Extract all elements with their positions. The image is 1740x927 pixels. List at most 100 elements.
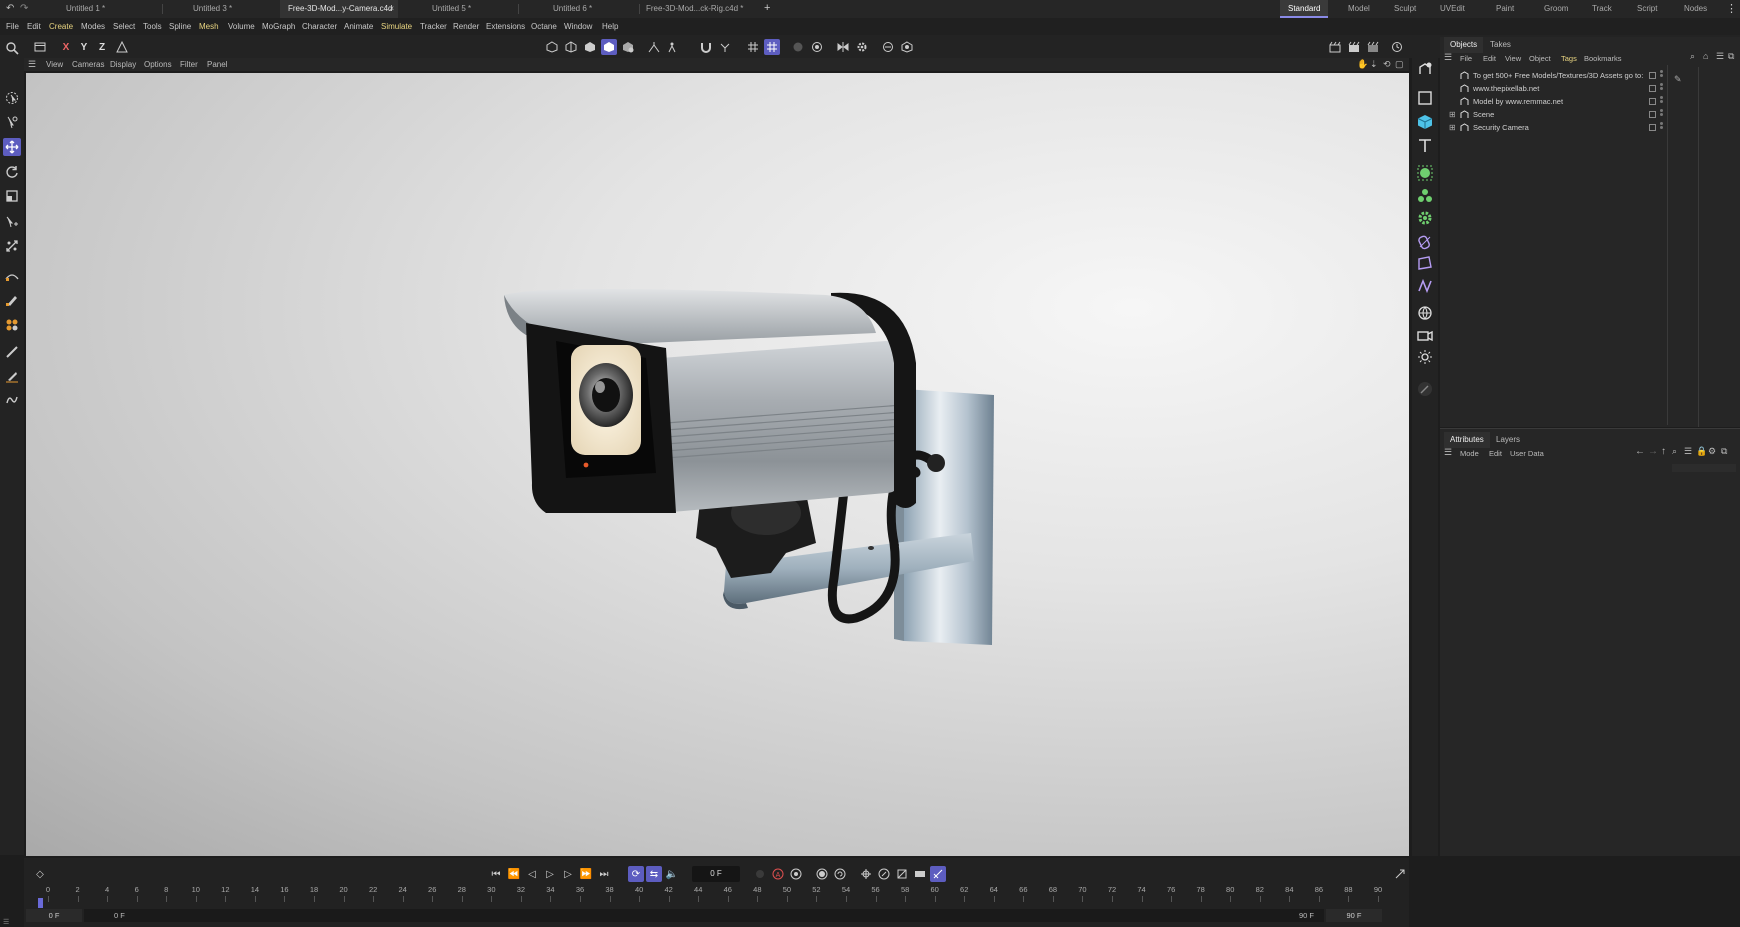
new-window-icon[interactable]: ⧉ — [1721, 446, 1727, 457]
record-position-icon[interactable] — [814, 866, 830, 882]
expand-icon[interactable]: ⊞ — [1449, 108, 1456, 121]
model-mode-icon[interactable] — [601, 39, 617, 55]
menu-volume[interactable]: Volume — [228, 18, 255, 35]
motion-clip-icon[interactable] — [912, 866, 928, 882]
octane-live-viewer-icon[interactable] — [1389, 39, 1405, 55]
layout-uvedit[interactable]: UVEdit — [1432, 0, 1473, 18]
record-scale-icon[interactable] — [858, 866, 874, 882]
object-visibility-checkbox[interactable] — [1649, 124, 1656, 131]
deformer-ffd-icon[interactable] — [1416, 254, 1434, 272]
filter-icon[interactable]: ☰ — [1716, 51, 1724, 62]
playback-rate-icon[interactable]: ⇆ — [646, 866, 662, 882]
record-active-icon[interactable] — [752, 866, 768, 882]
add-object-icon[interactable] — [1416, 60, 1434, 78]
object-visibility-checkbox[interactable] — [1649, 111, 1656, 118]
soft-selection-icon[interactable] — [717, 39, 733, 55]
object-visibility-checkbox[interactable] — [1649, 98, 1656, 105]
symmetry-icon[interactable] — [835, 39, 851, 55]
attributes-menu-mode[interactable]: Mode — [1460, 449, 1479, 458]
autokey-icon[interactable]: A — [770, 866, 786, 882]
tab-objects[interactable]: Objects — [1444, 37, 1484, 53]
loop-icon[interactable]: ⟳ — [628, 866, 644, 882]
edges-mode-icon[interactable] — [563, 39, 579, 55]
layout-script[interactable]: Script — [1629, 0, 1665, 18]
light-object-icon[interactable] — [1416, 348, 1434, 366]
doc-tab-untitled-1[interactable]: Untitled 1 * — [58, 0, 163, 18]
search-icon[interactable]: ⌕ — [1690, 51, 1695, 62]
previous-key-icon[interactable]: ⏪ — [506, 866, 522, 882]
status-menu-icon[interactable]: ☰ — [3, 918, 9, 926]
forward-arrow-icon[interactable]: → — [1648, 446, 1658, 457]
go-to-start-icon[interactable]: ⏮ — [488, 866, 504, 882]
objects-menu-edit[interactable]: Edit — [1483, 54, 1496, 63]
tweak-tool-icon[interactable] — [3, 391, 21, 409]
snap-grid-icon[interactable] — [745, 39, 761, 55]
hamburger-menu-icon[interactable]: ☰ — [28, 59, 36, 70]
placement-tool-icon[interactable] — [3, 237, 21, 255]
layout-paint[interactable]: Paint — [1488, 0, 1522, 18]
scale-tool-icon[interactable] — [3, 187, 21, 205]
coordinate-system-icon[interactable] — [114, 39, 130, 55]
end-frame-field[interactable]: 90 F — [1326, 909, 1382, 922]
layout-sculpt[interactable]: Sculpt — [1386, 0, 1424, 18]
pan-hand-icon[interactable]: ✋ — [1357, 59, 1368, 70]
deformer-bend-icon[interactable] — [1416, 233, 1434, 251]
search-icon[interactable] — [3, 39, 21, 57]
back-arrow-icon[interactable]: ← — [1635, 446, 1645, 457]
polygons-mode-icon[interactable] — [582, 39, 598, 55]
object-mode-icon[interactable] — [32, 39, 48, 55]
viewport-menu-panel[interactable]: Panel — [207, 58, 227, 71]
menu-mesh[interactable]: Mesh — [199, 18, 219, 35]
timeline-playhead[interactable] — [38, 898, 43, 908]
objects-menu-view[interactable]: View — [1505, 54, 1521, 63]
spline-sketch-icon[interactable] — [3, 291, 21, 309]
menu-tools[interactable]: Tools — [143, 18, 162, 35]
viewport-menu-filter[interactable]: Filter — [180, 58, 198, 71]
menu-select[interactable]: Select — [113, 18, 135, 35]
layout-groom[interactable]: Groom — [1536, 0, 1576, 18]
viewport-menu-cameras[interactable]: Cameras — [72, 58, 104, 71]
menu-octane[interactable]: Octane — [531, 18, 557, 35]
preview-range-bar[interactable]: 0 F 90 F — [84, 909, 1324, 922]
timeline-scrub-icon[interactable] — [930, 866, 946, 882]
environment-sky-icon[interactable] — [1416, 304, 1434, 322]
expand-timeline-icon[interactable] — [1392, 866, 1408, 882]
objects-menu-file[interactable]: File — [1460, 54, 1472, 63]
doc-tab-untitled-6[interactable]: Untitled 6 * — [545, 0, 640, 18]
close-tab-icon[interactable]: × — [389, 0, 394, 18]
rotate-tool-icon[interactable] — [3, 163, 21, 181]
attributes-menu-user-data[interactable]: User Data — [1510, 449, 1544, 458]
snap-axis-icon[interactable] — [646, 39, 662, 55]
layout-nodes[interactable]: Nodes — [1676, 0, 1715, 18]
hamburger-menu-icon[interactable]: ☰ — [1444, 447, 1452, 458]
lock-icon[interactable]: 🔒 — [1696, 446, 1707, 457]
undo-icon[interactable]: ↶ — [6, 3, 14, 14]
start-frame-field[interactable]: 0 F — [26, 909, 82, 922]
transfer-tool-icon[interactable] — [3, 213, 21, 231]
menu-modes[interactable]: Modes — [81, 18, 105, 35]
clapboard-edit-render-icon[interactable] — [1365, 39, 1381, 55]
current-frame-field[interactable]: 0 F — [692, 866, 740, 882]
next-key-icon[interactable]: ⏩ — [578, 866, 594, 882]
snap-enable-icon[interactable] — [764, 39, 780, 55]
dolly-icon[interactable]: ⇣ — [1370, 59, 1378, 70]
clapboard-render-view-icon[interactable] — [1327, 39, 1343, 55]
home-icon[interactable]: ⌂ — [1703, 51, 1708, 61]
workplane-icon[interactable] — [790, 39, 806, 55]
keyframe-diamond-icon[interactable]: ◇ — [32, 866, 48, 882]
menu-animate[interactable]: Animate — [344, 18, 373, 35]
field-icon[interactable] — [1416, 277, 1434, 295]
new-window-icon[interactable]: ⧉ — [1728, 51, 1734, 62]
menu-help[interactable]: Help — [602, 18, 618, 35]
filter-icon[interactable]: ☰ — [1684, 446, 1692, 457]
go-to-end-icon[interactable]: ⏭ — [596, 866, 612, 882]
render-settings-icon[interactable] — [880, 39, 896, 55]
tab-layers[interactable]: Layers — [1490, 432, 1526, 448]
play-icon[interactable]: ▷ — [542, 866, 558, 882]
spline-smooth-icon[interactable] — [3, 316, 21, 334]
objects-menu-bookmarks[interactable]: Bookmarks — [1584, 54, 1622, 63]
objects-menu-tags[interactable]: Tags — [1561, 54, 1577, 63]
menu-render[interactable]: Render — [453, 18, 479, 35]
object-row[interactable]: ⊞ Security Camera — [1448, 121, 1733, 134]
doc-tab-untitled-3[interactable]: Untitled 3 * — [185, 0, 280, 18]
